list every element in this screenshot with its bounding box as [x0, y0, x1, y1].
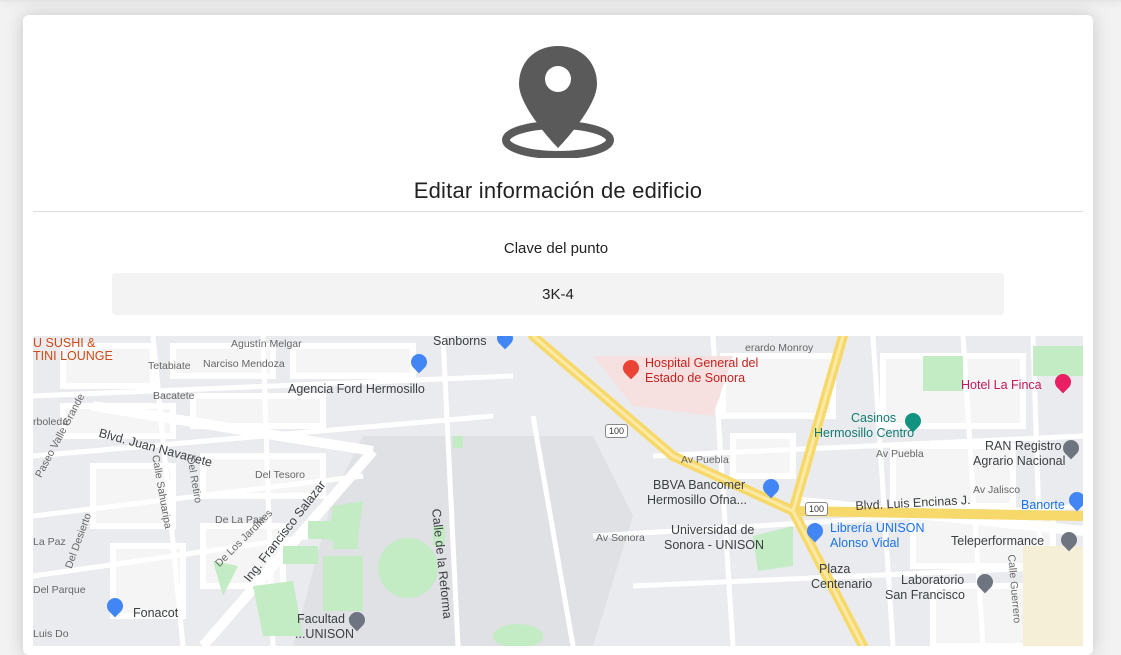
- map-label-street: Av Puebla: [681, 454, 729, 466]
- map-label-bbva: Hermosillo Ofna...: [647, 493, 748, 507]
- map-label-teleperformance: Teleperformance: [951, 534, 1045, 548]
- map-label-lab: Laboratorio: [901, 573, 965, 587]
- map-label-sanborns: Sanborns: [433, 336, 487, 348]
- map-label-unison: Universidad de: [671, 523, 755, 537]
- map-label-agencia-ford: Agencia Ford Hermosillo: [288, 382, 425, 396]
- highway-shield: 100: [605, 424, 629, 438]
- map-label-sushi: TINI LOUNGE: [33, 349, 113, 363]
- map-label-street: erardo Monroy: [745, 342, 814, 354]
- title-divider: [33, 211, 1083, 212]
- page-title: Editar información de edificio: [413, 178, 703, 203]
- map-label-ran: Agrario Nacional: [973, 454, 1066, 468]
- map-label-street: Del Parque: [33, 584, 86, 596]
- map-label-libreria: Alonso Vidal: [830, 536, 900, 550]
- highway-shield: 100: [805, 502, 829, 516]
- map-label-hotel: Hotel La Finca: [961, 378, 1042, 392]
- map-label-banorte: Banorte: [1021, 498, 1065, 512]
- map-label-street: Narciso Mendoza: [203, 358, 285, 370]
- map-label-fonacot: Fonacot: [133, 606, 179, 620]
- map-label-casinos: Casinos: [851, 411, 897, 425]
- point-key-label: Clave del punto: [503, 240, 609, 257]
- map-label-unison: Sonora - UNISON: [664, 538, 765, 552]
- map-label-facultad: ...UNISON: [295, 627, 355, 641]
- map-label-street: Av Puebla: [876, 448, 924, 460]
- map-label-street: Tetabiate: [148, 360, 191, 372]
- map-label-street: Del Tesoro: [255, 469, 305, 481]
- map-label-street: La Paz: [33, 536, 66, 548]
- map-label-hospital: Hospital General del: [645, 356, 759, 370]
- map-label-ran: RAN Registro: [985, 439, 1062, 453]
- top-bar: [0, 0, 1121, 2]
- map-label-street: Agustín Melgar: [231, 338, 302, 350]
- map-view[interactable]: 100 100 U SUSHI & TINI LOUNGE Agustín Me…: [33, 336, 1083, 646]
- map-label-plaza: Plaza: [819, 562, 851, 576]
- map-label-lab: San Francisco: [885, 588, 965, 602]
- map-label-plaza: Centenario: [811, 577, 873, 591]
- map-label-street: Bacatete: [153, 390, 195, 402]
- map-label-hospital: Estado de Sonora: [645, 371, 746, 385]
- map-label-casinos: Hermosillo Centro: [814, 426, 915, 440]
- map-label-street: Luis Do: [33, 628, 69, 640]
- map-marker-icon: [502, 46, 614, 158]
- map-label-libreria: Librería UNISON: [830, 521, 925, 535]
- map-label-bbva: BBVA Bancomer: [653, 478, 746, 492]
- map-label-street: Av Sonora: [596, 532, 645, 544]
- point-key-input[interactable]: [112, 273, 1004, 315]
- map-label-sushi: U SUSHI &: [33, 336, 96, 350]
- map-label-street: Av Jalisco: [973, 484, 1021, 496]
- edit-building-card: Editar información de edificio Clave del…: [23, 15, 1093, 655]
